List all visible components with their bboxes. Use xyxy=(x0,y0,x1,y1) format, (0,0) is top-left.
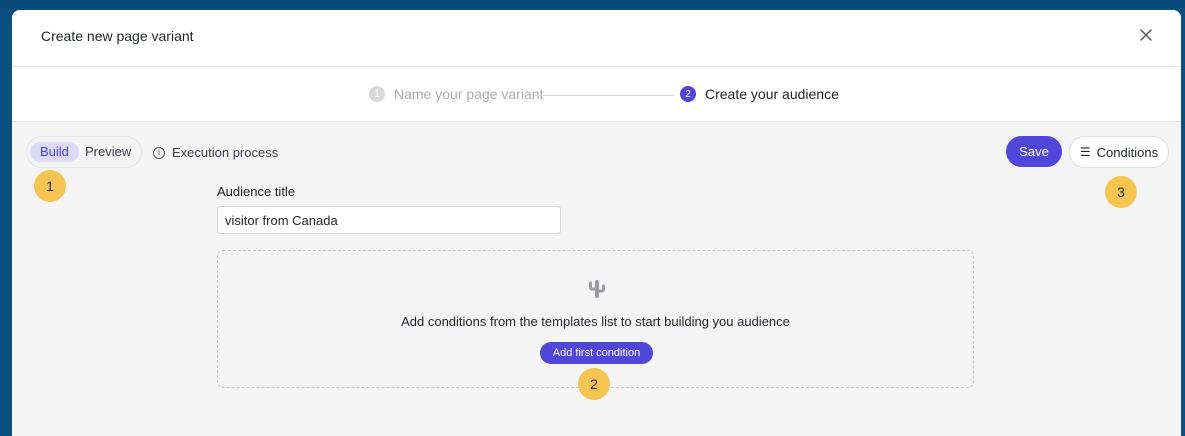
empty-state-message: Add conditions from the templates list t… xyxy=(401,314,790,329)
conditions-label: Conditions xyxy=(1096,144,1159,160)
step-label: Name your page variant xyxy=(394,86,544,102)
add-first-condition-button[interactable]: Add first condition xyxy=(540,342,653,364)
execution-process-link[interactable]: i Execution process xyxy=(153,145,278,160)
step-number: 2 xyxy=(680,86,696,102)
annotation-badge-3: 3 xyxy=(1105,176,1137,208)
audience-title-label: Audience title xyxy=(217,184,296,199)
step-create-audience[interactable]: 2 Create your audience xyxy=(680,86,839,102)
execution-process-label: Execution process xyxy=(172,145,279,160)
close-icon[interactable] xyxy=(1135,24,1157,46)
window-edge xyxy=(0,10,12,436)
step-connector xyxy=(534,95,674,96)
preview-tab[interactable]: Preview xyxy=(85,142,131,162)
annotation-badge-1: 1 xyxy=(34,170,66,202)
audience-title-input[interactable] xyxy=(217,206,561,234)
build-tab[interactable]: Build xyxy=(30,142,79,162)
backdrop xyxy=(0,0,1185,8)
save-button[interactable]: Save xyxy=(1006,136,1062,167)
info-icon: i xyxy=(153,146,165,159)
step-number: 1 xyxy=(369,86,385,102)
list-icon: ☰ xyxy=(1079,145,1091,159)
step-name-variant[interactable]: 1 Name your page variant xyxy=(369,86,543,102)
modal-header: Create new page variant xyxy=(12,10,1181,67)
view-toggle: Build Preview xyxy=(26,136,142,168)
create-variant-modal: Create new page variant 1 Name your page… xyxy=(12,10,1181,436)
conditions-button[interactable]: ☰ Conditions xyxy=(1069,136,1169,168)
stepper: 1 Name your page variant 2 Create your a… xyxy=(12,67,1181,122)
modal-title: Create new page variant xyxy=(41,28,194,44)
cactus-icon xyxy=(589,280,605,298)
annotation-badge-2: 2 xyxy=(578,368,610,400)
step-label: Create your audience xyxy=(705,86,839,102)
